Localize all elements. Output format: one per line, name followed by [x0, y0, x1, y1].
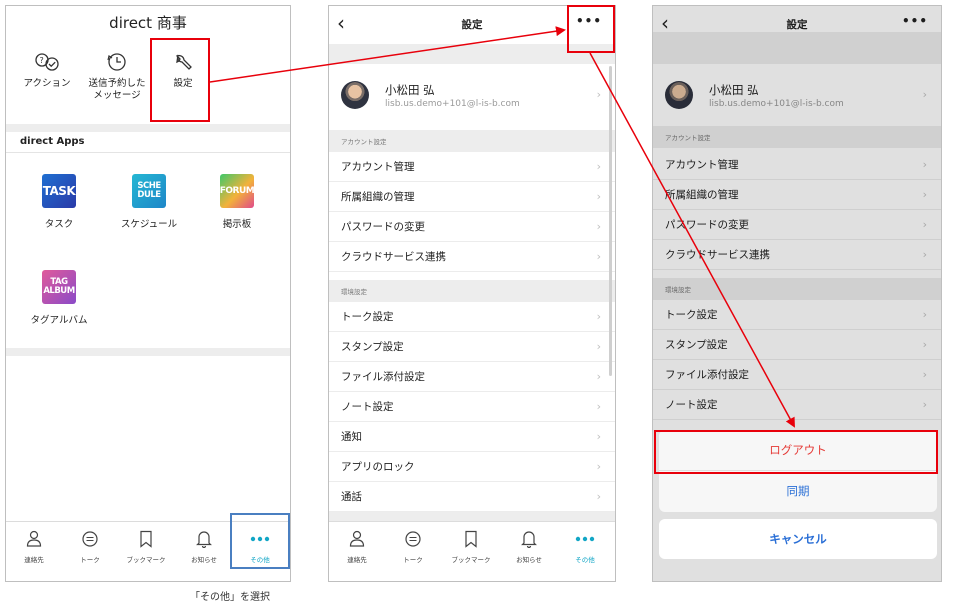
- instruction-arrows: [209, 26, 795, 428]
- instruction-caption: 「その他」を選択: [190, 592, 270, 603]
- tutorial-stage: direct 商事 ? アクション 送信予約した メッセージ 設定 direct…: [0, 0, 958, 611]
- arrow-to-logout: [589, 52, 795, 428]
- arrow-to-more-menu: [209, 26, 566, 83]
